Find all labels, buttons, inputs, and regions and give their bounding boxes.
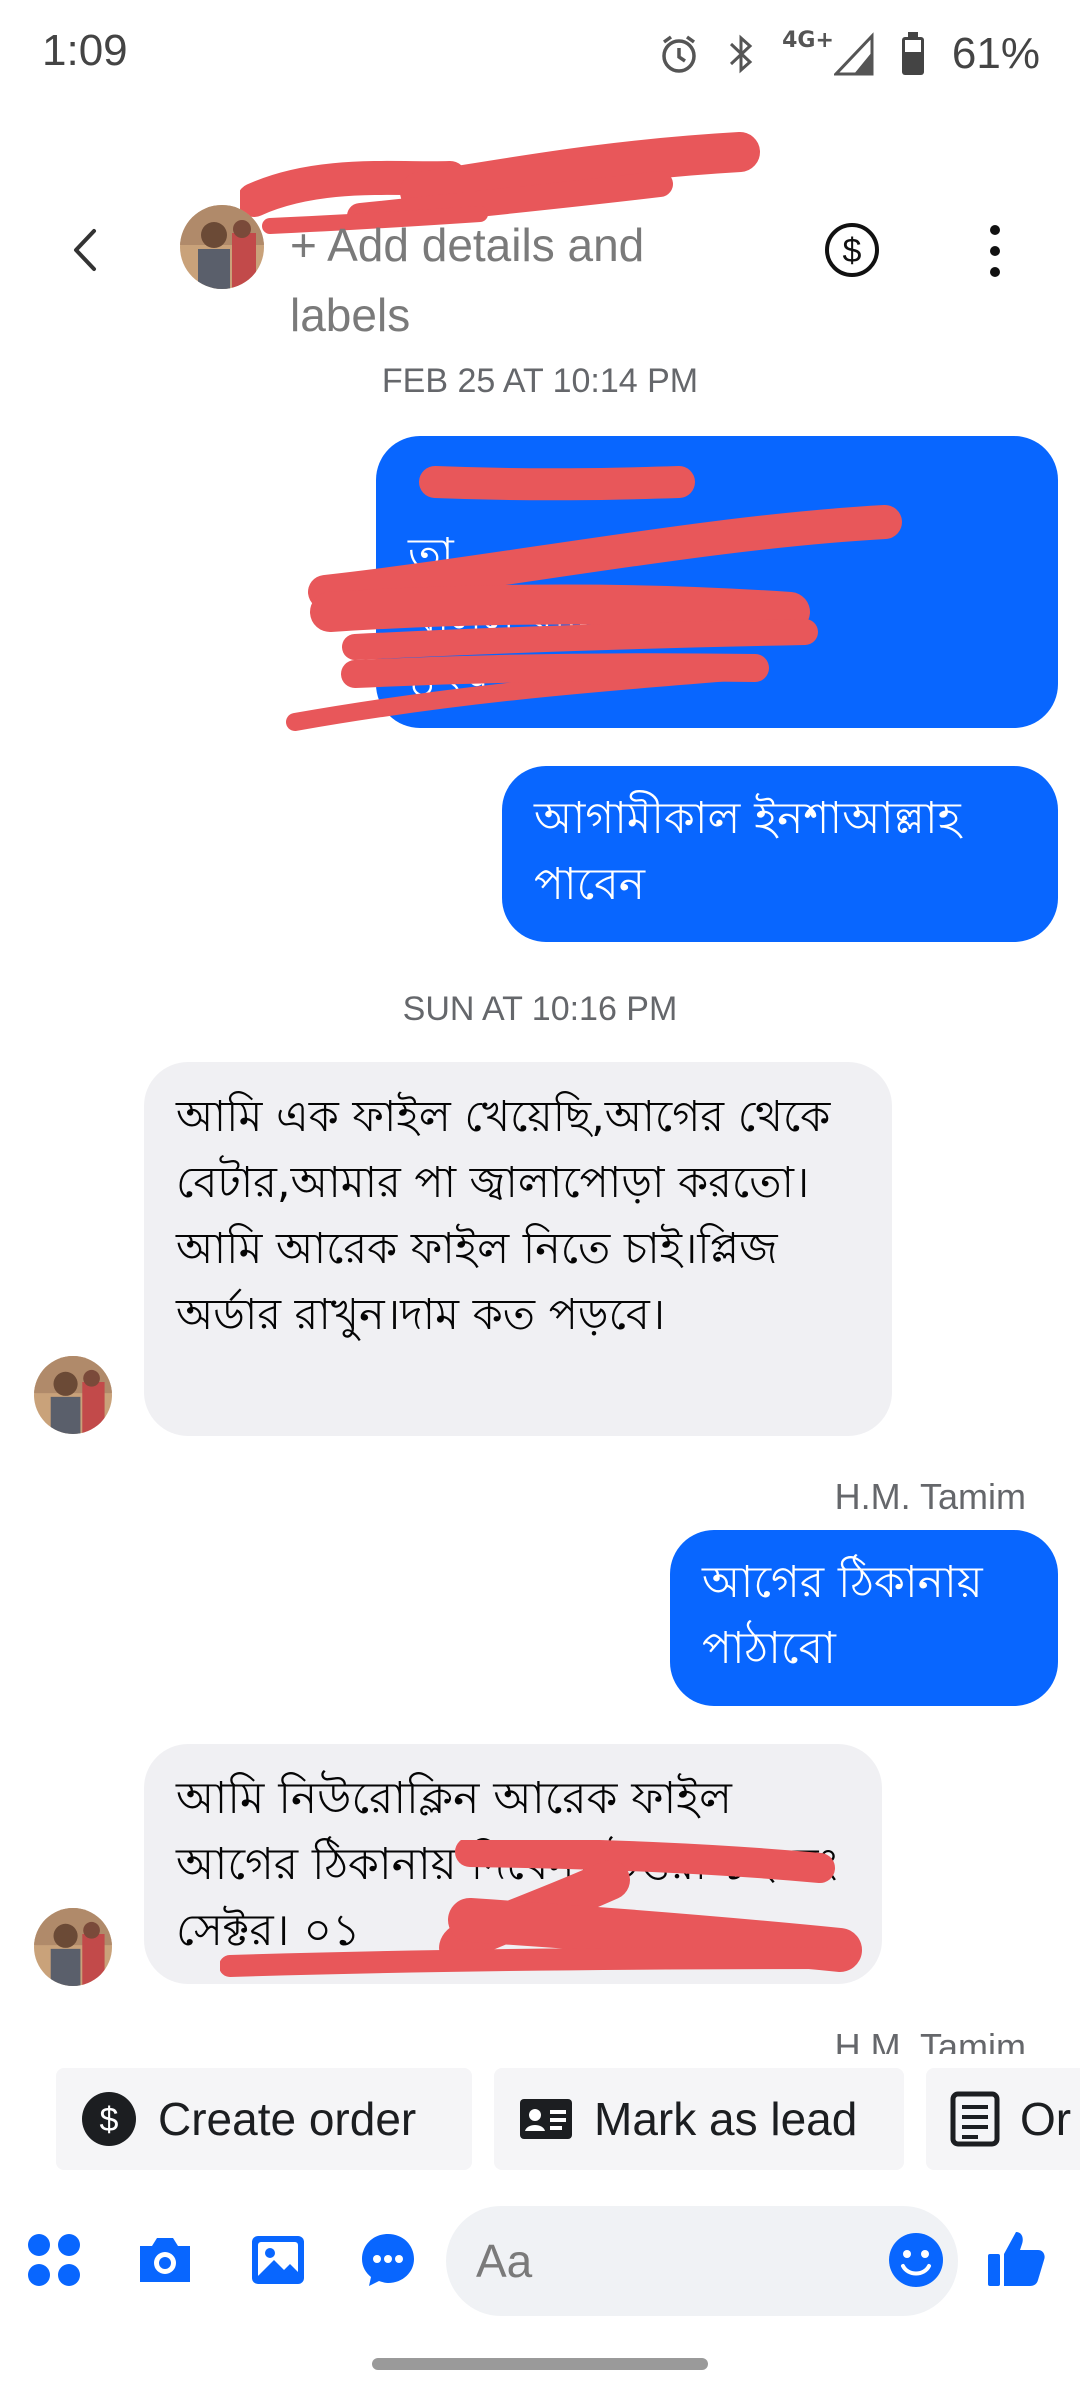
sender-avatar[interactable] bbox=[34, 1908, 112, 1986]
message-placeholder: Aa bbox=[476, 2235, 533, 2287]
signal-icon: 4G+ bbox=[782, 28, 874, 76]
date-separator: FEB 25 AT 10:14 PM bbox=[381, 362, 699, 400]
more-options-button[interactable] bbox=[980, 220, 1010, 282]
conversation-header: + Add details and labels $ bbox=[0, 110, 1080, 350]
mark-as-lead-button[interactable]: Mark as lead bbox=[494, 2068, 904, 2170]
gallery-icon[interactable] bbox=[248, 2230, 308, 2290]
document-list-icon bbox=[950, 2091, 1000, 2147]
create-order-button[interactable]: $ Create order bbox=[56, 2068, 472, 2170]
thumbs-up-icon[interactable] bbox=[984, 2226, 1045, 2286]
status-time: 1:09 bbox=[42, 26, 128, 75]
svg-text:$: $ bbox=[843, 232, 862, 270]
message-text: আমি এক ফাইল খেয়েছি,আগের থেকে বেটার,আমার… bbox=[176, 1092, 831, 1340]
svg-text:$: $ bbox=[100, 2101, 119, 2139]
alarm-icon bbox=[658, 33, 700, 75]
date-separator: SUN AT 10:16 PM bbox=[402, 990, 678, 1028]
chat-bubble-icon[interactable] bbox=[358, 2230, 418, 2290]
sender-name: H.M. Tamim bbox=[834, 1476, 1026, 1517]
message-text: আগের ঠিকানায় পাঠাবো bbox=[702, 1557, 983, 1674]
add-details-link[interactable]: + Add details and labels bbox=[290, 210, 730, 350]
contact-avatar[interactable] bbox=[180, 205, 264, 289]
dollar-circle-icon: $ bbox=[80, 2090, 138, 2148]
create-order-label: Create order bbox=[158, 2093, 417, 2145]
network-type: 4G+ bbox=[782, 28, 834, 53]
payment-button[interactable]: $ bbox=[822, 220, 882, 280]
status-bar: 1:09 4G+ 61% bbox=[0, 0, 1080, 110]
mark-as-lead-label: Mark as lead bbox=[594, 2093, 858, 2145]
phone-redaction bbox=[219, 1837, 880, 1994]
battery-level: 61% bbox=[951, 29, 1040, 78]
order-label: Or bbox=[1020, 2093, 1072, 2145]
message-input[interactable]: Aa bbox=[446, 2206, 958, 2316]
order-button[interactable]: Or bbox=[926, 2068, 1080, 2170]
bluetooth-icon bbox=[726, 32, 756, 76]
incoming-message[interactable]: আমি এক ফাইল খেয়েছি,আগের থেকে বেটার,আমার… bbox=[144, 1062, 892, 1436]
status-icons: 4G+ 61% bbox=[658, 26, 1040, 82]
address-redaction bbox=[285, 462, 1025, 746]
sender-name: H.M. Tamim bbox=[834, 2026, 1026, 2054]
contact-card-icon bbox=[518, 2097, 574, 2141]
battery-icon bbox=[900, 32, 926, 76]
message-composer: Aa bbox=[0, 2200, 1080, 2320]
outgoing-message[interactable]: আগামীকাল ইনশাআল্লাহ পাবেন bbox=[502, 766, 1058, 942]
camera-icon[interactable] bbox=[134, 2230, 194, 2290]
emoji-icon[interactable] bbox=[886, 2230, 946, 2290]
message-text: আগামীকাল ইনশাআল্লাহ পাবেন bbox=[534, 793, 961, 910]
sender-avatar[interactable] bbox=[34, 1356, 112, 1434]
outgoing-message[interactable]: আগের ঠিকানায় পাঠাবো bbox=[670, 1530, 1058, 1706]
home-indicator[interactable] bbox=[372, 2358, 708, 2370]
apps-grid-icon[interactable] bbox=[24, 2230, 84, 2290]
back-button[interactable] bbox=[60, 215, 110, 285]
quick-actions-bar: $ Create order Mark as lead Or bbox=[0, 2068, 1080, 2174]
